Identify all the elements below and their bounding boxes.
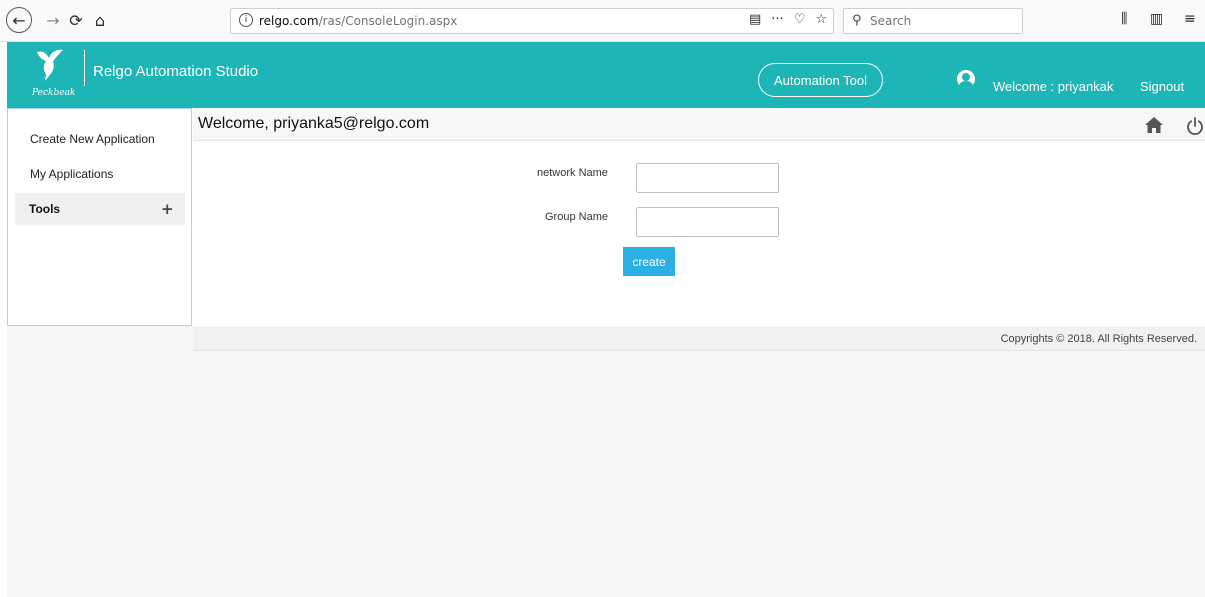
bookmark-star-icon[interactable]: ☆ <box>815 12 827 27</box>
logo-text: Peckbeak <box>32 88 76 98</box>
tools-label: Tools <box>29 202 61 216</box>
reload-icon[interactable]: ⟳ <box>64 8 88 32</box>
network-name-input[interactable] <box>636 163 779 193</box>
browser-toolbar: ← → ⟳ ⌂ i relgo.com/ras/ConsoleLogin.asp… <box>0 0 1205 42</box>
sidebar-item-my-applications[interactable]: My Applications <box>30 167 113 181</box>
plus-icon[interactable]: + <box>161 200 174 218</box>
header-divider <box>84 50 85 86</box>
search-placeholder: Search <box>870 14 912 28</box>
pocket-icon[interactable]: ♡ <box>794 12 806 27</box>
library-icon[interactable]: ⫼ <box>1121 11 1127 27</box>
logo[interactable]: Peckbeak <box>7 42 82 108</box>
automation-tool-button[interactable]: Automation Tool <box>758 63 883 97</box>
hummingbird-logo-icon <box>37 49 63 81</box>
power-icon[interactable] <box>1186 117 1204 135</box>
copyright-text: Copyrights © 2018. All Rights Reserved. <box>1000 333 1197 345</box>
sidebar-toggle-icon[interactable]: ▥ <box>1150 11 1163 27</box>
group-name-input[interactable] <box>636 207 779 237</box>
page-background-area <box>7 326 1205 597</box>
app-title: Relgo Automation Studio <box>93 63 259 80</box>
reader-view-icon[interactable]: ▤ <box>749 12 761 27</box>
url-domain: relgo.com <box>259 14 319 28</box>
group-name-label: Group Name <box>545 211 608 223</box>
network-name-label: network Name <box>537 167 608 179</box>
welcome-user-text: Welcome : priyankak <box>993 79 1114 94</box>
user-avatar-head <box>962 73 970 81</box>
search-icon: ⚲ <box>852 13 862 28</box>
forward-arrow-icon[interactable]: → <box>41 8 65 32</box>
user-avatar-body <box>959 81 973 88</box>
page-title: Welcome, priyanka5@relgo.com <box>198 115 430 132</box>
app-header: Peckbeak Relgo Automation Studio Automat… <box>7 42 1205 108</box>
back-arrow-icon[interactable]: ← <box>6 7 32 33</box>
menu-icon[interactable]: ≡ <box>1184 11 1196 27</box>
url-path: /ras/ConsoleLogin.aspx <box>318 14 458 28</box>
create-button[interactable]: create <box>623 247 675 276</box>
sidebar: Create New Application My Applications T… <box>7 108 192 326</box>
url-actions: ▤ ··· ♡ ☆ <box>749 12 827 27</box>
signout-link[interactable]: Signout <box>1140 79 1184 94</box>
address-bar[interactable]: i relgo.com/ras/ConsoleLogin.aspx ▤ ··· … <box>230 8 834 34</box>
url-text[interactable]: relgo.com/ras/ConsoleLogin.aspx <box>259 14 457 28</box>
home-nav-icon[interactable]: ⌂ <box>88 8 112 32</box>
footer: Copyrights © 2018. All Rights Reserved. <box>193 326 1205 351</box>
page-actions-icon[interactable]: ··· <box>771 12 783 27</box>
search-bar[interactable]: ⚲ Search <box>843 8 1023 34</box>
sidebar-item-create-new-application[interactable]: Create New Application <box>30 132 155 146</box>
sidebar-item-tools[interactable]: Tools + <box>15 193 185 225</box>
main-title-bar: Welcome, priyanka5@relgo.com <box>193 108 1205 141</box>
home-icon[interactable] <box>1145 117 1163 133</box>
user-avatar-icon <box>957 70 975 88</box>
info-icon[interactable]: i <box>239 13 253 27</box>
